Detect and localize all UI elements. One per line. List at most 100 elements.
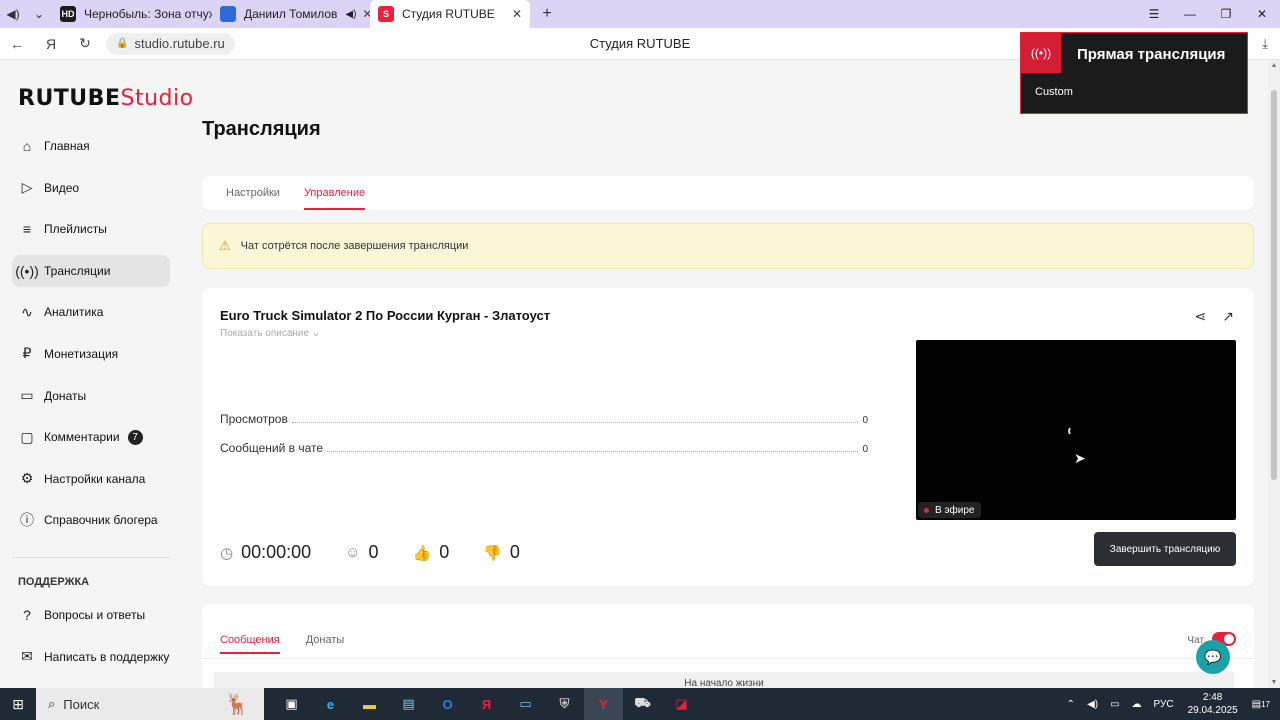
- comment-icon: ▢: [20, 428, 34, 445]
- file-explorer-icon[interactable]: ▬: [350, 688, 389, 720]
- tab-management[interactable]: Управление: [303, 176, 366, 210]
- tab-messages[interactable]: Сообщения: [220, 634, 280, 654]
- store-icon[interactable]: ▤: [389, 688, 428, 720]
- language-indicator[interactable]: РУС: [1154, 699, 1174, 710]
- tab-list-chevron-icon[interactable]: ⌄: [26, 0, 52, 28]
- scrollbar-thumb[interactable]: [1271, 90, 1277, 480]
- user-icon: ☺: [345, 544, 361, 561]
- back-icon[interactable]: ←: [0, 28, 34, 60]
- browser-tab-1[interactable]: HD Чернобыль: Зона отчужд: [52, 0, 212, 28]
- sidebar-item-label: Настройки канала: [44, 471, 146, 486]
- minimize-icon[interactable]: —: [1172, 0, 1208, 28]
- stat-label: Сообщений в чате: [220, 441, 324, 455]
- sidebar-item-monetization[interactable]: ₽ Монетизация: [12, 338, 170, 370]
- warning-icon: ⚠: [219, 238, 231, 253]
- notification-title: Прямая трансляция: [1077, 46, 1226, 63]
- scroll-up-icon[interactable]: ▲: [1268, 62, 1280, 69]
- tab-donations[interactable]: Донаты: [306, 634, 345, 654]
- yandex-browser-icon[interactable]: Y: [584, 688, 623, 720]
- sidebar-item-label: Написать в поддержку: [44, 649, 170, 664]
- close-tab-icon[interactable]: ✕: [356, 7, 370, 21]
- dislikes-value: 0: [509, 542, 520, 562]
- reload-icon[interactable]: ↻: [68, 28, 102, 60]
- screen-app-icon[interactable]: ▭: [506, 688, 545, 720]
- chat-warning-banner: ⚠ Чат сотрётся после завершения трансляц…: [202, 223, 1254, 269]
- edge-icon[interactable]: e: [311, 688, 350, 720]
- share-icon[interactable]: ⋖: [1195, 308, 1207, 325]
- sidebar-item-broadcasts[interactable]: ((•)) Трансляции: [12, 254, 170, 287]
- sidebar-item-home[interactable]: ⌂ Главная: [12, 130, 170, 162]
- sidebar-item-label: Вопросы и ответы: [44, 608, 146, 622]
- new-tab-button[interactable]: +: [536, 3, 558, 25]
- thumbs-down-icon: 👎: [483, 544, 502, 562]
- video-icon: ▷: [21, 179, 33, 196]
- sidebar-item-video[interactable]: ▷ Видео: [12, 172, 170, 204]
- shield-game-icon[interactable]: ⛨: [545, 688, 584, 720]
- close-tab-icon[interactable]: ✕: [506, 7, 522, 21]
- live-label: В эфире: [935, 504, 975, 516]
- notification-center-icon[interactable]: ▤17: [1252, 699, 1270, 710]
- show-description-link[interactable]: Показать описание ⌄: [220, 328, 320, 339]
- audio-playing-icon[interactable]: ◀): [345, 9, 356, 20]
- sidebar-item-contact-support[interactable]: ✉ Написать в поддержку: [12, 641, 170, 673]
- close-window-icon[interactable]: ✕: [1244, 0, 1280, 28]
- download-icon[interactable]: ⤓: [1262, 36, 1268, 52]
- sidebar-item-faq[interactable]: ? Вопросы и ответы: [12, 599, 170, 631]
- live-badge: В эфире: [918, 502, 981, 518]
- scroll-down-icon[interactable]: ▼: [1268, 679, 1280, 686]
- tray-chevron-icon[interactable]: ⌃: [1067, 699, 1075, 710]
- chat-tabs: Сообщения Донаты: [220, 634, 370, 654]
- windows-start-icon[interactable]: ⊞: [0, 688, 36, 720]
- page-scrollbar[interactable]: ▲ ▼: [1268, 60, 1280, 688]
- sidebar-item-label: Донаты: [44, 388, 87, 403]
- restore-icon[interactable]: ❐: [1208, 0, 1244, 28]
- viewers-counter: ☺ 0: [345, 542, 378, 563]
- search-icon: ⌕: [48, 696, 56, 711]
- sidebar-item-playlists[interactable]: ≡ Плейлисты: [12, 213, 170, 245]
- sidebar-item-label: Трансляции: [44, 263, 111, 278]
- cloud-icon[interactable]: ☁: [1132, 699, 1142, 710]
- end-stream-button[interactable]: Завершить трансляцию: [1094, 532, 1236, 566]
- clock-time: 2:48: [1202, 692, 1223, 703]
- truck-game-icon[interactable]: ⛟: [623, 688, 662, 720]
- speaker-icon[interactable]: ◀): [0, 0, 26, 28]
- warning-text: Чат сотрётся после завершения трансляции: [240, 240, 469, 252]
- support-chat-button[interactable]: 💬: [1196, 640, 1230, 674]
- clock-date: 29.04.2025: [1187, 705, 1238, 716]
- clock[interactable]: 2:48 29.04.2025: [1188, 691, 1238, 717]
- deer-illustration-icon: 🦌: [224, 693, 250, 716]
- sidebar-item-channel-settings[interactable]: ⚙ Настройки канала: [12, 463, 170, 495]
- sidebar-item-label: Аналитика: [44, 305, 104, 320]
- yandex-icon[interactable]: Я: [34, 28, 68, 60]
- url-field[interactable]: 🔒 studio.rutube.ru: [106, 32, 235, 55]
- video-player[interactable]: ➤ В эфире: [916, 340, 1236, 520]
- browser-tab-3[interactable]: S Студия RUTUBE ✕: [370, 0, 530, 28]
- sidebar-item-comments[interactable]: ▢ Комментарии 7: [12, 421, 170, 453]
- analytics-icon: ∿: [21, 303, 33, 320]
- sidebar-item-analytics[interactable]: ∿ Аналитика: [12, 296, 170, 328]
- live-stream-notification[interactable]: ((•)) Прямая трансляция Custom: [1020, 32, 1248, 114]
- amd-icon[interactable]: ◪: [662, 688, 701, 720]
- comments-count-badge: 7: [127, 429, 143, 445]
- stat-label: Просмотров: [220, 412, 288, 426]
- task-view-icon[interactable]: ▣: [272, 688, 311, 720]
- loading-spinner-icon: [1068, 426, 1078, 436]
- sidebar-item-donations[interactable]: ▭ Донаты: [12, 380, 170, 412]
- external-link-icon[interactable]: ↗: [1222, 308, 1234, 325]
- timer-counter: ◷ 00:00:00: [220, 542, 311, 563]
- views-stat: Просмотров 0: [220, 412, 868, 426]
- outlook-icon[interactable]: O: [428, 688, 467, 720]
- menu-icon[interactable]: ☰: [1136, 0, 1172, 28]
- yandex-app-icon[interactable]: Я: [467, 688, 506, 720]
- tab-settings[interactable]: Настройки: [226, 176, 280, 210]
- browser-tab-strip: ◀) ⌄ HD Чернобыль: Зона отчужд Даниил То…: [0, 0, 1280, 28]
- notification-count: 17: [1261, 699, 1270, 709]
- browser-tab-2[interactable]: Даниил Томилов ◀) ✕: [212, 0, 370, 28]
- network-icon[interactable]: ▭: [1110, 699, 1119, 710]
- taskbar-search[interactable]: ⌕ Поиск 🦌: [36, 688, 264, 720]
- home-icon: ⌂: [22, 138, 32, 154]
- rutube-studio-logo[interactable]: RUTUBEStudio: [18, 86, 194, 111]
- volume-icon[interactable]: ◀): [1087, 699, 1098, 710]
- sidebar-item-blogger-guide[interactable]: ⓘ Справочник блогера: [12, 504, 170, 536]
- sidebar-item-label: Справочник блогера: [44, 513, 158, 528]
